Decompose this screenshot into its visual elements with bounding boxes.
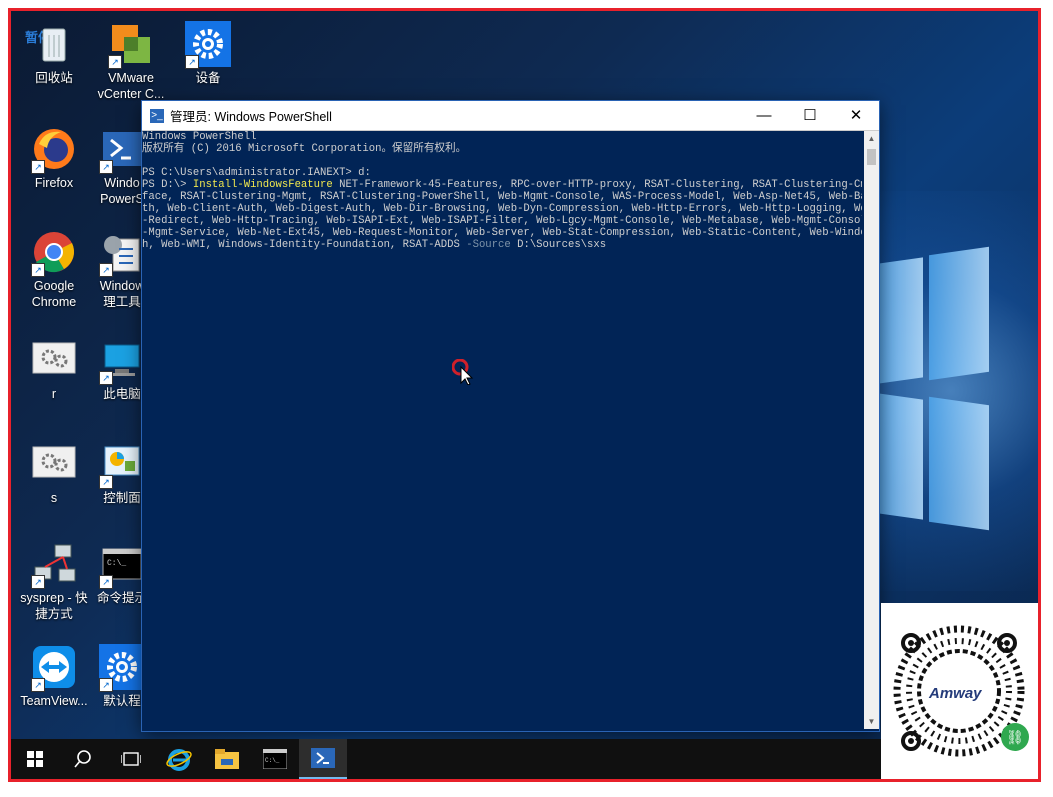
icon-label: Firefox xyxy=(34,176,74,190)
folder-icon xyxy=(215,749,239,769)
gear-icon: ↗ xyxy=(185,21,231,69)
cmdlet: Install-WindowsFeature xyxy=(192,179,333,191)
powershell-icon: ↗ xyxy=(99,126,145,174)
source-param: -Source xyxy=(466,239,511,251)
desktop-icon-sysprep[interactable]: ↗ sysprep - 快捷方式 xyxy=(16,541,92,622)
firefox-icon: ↗ xyxy=(31,126,77,174)
title-bar[interactable]: >_ 管理员: Windows PowerShell — ☐ ✕ xyxy=(142,101,879,131)
icon-label: 回收站 xyxy=(35,71,73,85)
task-view-icon xyxy=(121,752,141,766)
vmware-icon: ↗ xyxy=(108,21,154,69)
recycle-bin-icon xyxy=(31,21,77,67)
window-title: 管理员: Windows PowerShell xyxy=(170,110,332,124)
file-explorer-button[interactable] xyxy=(203,739,251,779)
desktop-icon-chrome[interactable]: ↗ Google Chrome xyxy=(16,229,92,310)
settings-shortcut-icon xyxy=(31,337,77,383)
desktop-icon-teamviewer[interactable]: ↗ TeamView... xyxy=(16,644,92,709)
icon-label: Windo PowerS xyxy=(100,176,144,206)
search-icon xyxy=(74,750,91,768)
vertical-scrollbar[interactable]: ▲ ▼ xyxy=(864,131,879,729)
powershell-icon: >_ xyxy=(150,108,164,123)
console-line: 版权所有 (C) 2016 Microsoft Corporation。保留所有… xyxy=(142,143,467,155)
minimize-button[interactable]: — xyxy=(741,101,787,130)
icon-label: 控制面 xyxy=(103,491,141,505)
wallpaper-windows-logo xyxy=(871,246,991,531)
source-value: D:\Sources\sxs xyxy=(510,239,607,251)
scrollbar-thumb[interactable] xyxy=(867,149,876,165)
brand-logo: Amway xyxy=(929,685,982,702)
powershell-taskbar-button[interactable] xyxy=(299,739,347,779)
scroll-down-icon[interactable]: ▼ xyxy=(864,714,879,729)
desktop-icon-r[interactable]: r xyxy=(16,337,92,402)
icon-label: s xyxy=(50,491,58,505)
powershell-window[interactable]: >_ 管理员: Windows PowerShell — ☐ ✕ Windows… xyxy=(142,101,879,731)
teamviewer-icon: ↗ xyxy=(31,644,77,692)
close-button[interactable]: ✕ xyxy=(833,101,879,130)
settings-shortcut-icon xyxy=(31,441,77,487)
args-line: h, Web-WMI, Windows-Identity-Foundation,… xyxy=(142,239,467,251)
cmd-icon: C:\_ xyxy=(263,749,287,769)
icon-label: 此电脑 xyxy=(103,387,141,401)
icon-label: Window 理工具 xyxy=(99,279,145,309)
mouse-cursor-icon xyxy=(451,358,474,390)
icon-label: Google Chrome xyxy=(31,279,77,309)
console-args-last: h, Web-WMI, Windows-Identity-Foundation,… xyxy=(142,239,862,251)
desktop-icon-firefox[interactable]: ↗ Firefox xyxy=(16,126,92,191)
cmd-taskbar-button[interactable]: C:\_ xyxy=(251,739,299,779)
args-line: face, RSAT-Clustering-Mgmt, RSAT-Cluster… xyxy=(142,191,862,203)
prompt: PS D:\> xyxy=(142,179,193,191)
icon-label: 设备 xyxy=(195,71,221,85)
icon-label: 命令提示 xyxy=(96,591,147,605)
cmd-icon: C:\_ ↗ xyxy=(99,541,145,589)
gear-icon: ↗ xyxy=(99,644,145,692)
args-line: -Mgmt-Service, Web-Net-Ext45, Web-Reques… xyxy=(142,227,862,239)
screenshot-frame: 暂停 回收站 ↗ VMware vCenter C... ↗ 设备 ↗ Fire… xyxy=(8,8,1041,782)
link-icon: ⛓ xyxy=(1001,723,1029,751)
start-button[interactable] xyxy=(11,739,59,779)
args-line: NET-Framework-45-Features, RPC-over-HTTP… xyxy=(332,179,862,191)
console-line: Windows PowerShell xyxy=(142,131,257,143)
internet-explorer-icon xyxy=(166,749,192,771)
desktop-icon-recycle-bin[interactable]: 回收站 xyxy=(16,21,92,86)
console-line: PS C:\Users\administrator.IANEXT> d: xyxy=(142,167,371,179)
maximize-button[interactable]: ☐ xyxy=(787,101,833,130)
scroll-up-icon[interactable]: ▲ xyxy=(864,131,879,146)
svg-text:C:\_: C:\_ xyxy=(107,559,126,568)
desktop-icon-settings[interactable]: ↗ 设备 xyxy=(170,21,246,86)
svg-text:C:\_: C:\_ xyxy=(265,757,280,764)
icon-label: TeamView... xyxy=(20,694,88,708)
network-icon: ↗ xyxy=(31,541,77,589)
console-output[interactable]: Windows PowerShell 版权所有 (C) 2016 Microsof… xyxy=(142,131,862,729)
icon-label: sysprep - 快捷方式 xyxy=(20,591,88,621)
admin-tools-icon: ↗ xyxy=(99,229,145,277)
powershell-icon xyxy=(311,748,335,768)
chrome-icon: ↗ xyxy=(31,229,77,277)
control-panel-icon: ↗ xyxy=(99,441,145,489)
args-line: th, Web-Client-Auth, Web-Digest-Auth, We… xyxy=(142,203,862,215)
desktop-icon-vmware[interactable]: ↗ VMware vCenter C... xyxy=(93,21,169,102)
qr-code-overlay: Amway ⛓ xyxy=(881,603,1038,779)
task-view-button[interactable] xyxy=(107,739,155,779)
desktop-icon-s[interactable]: s xyxy=(16,441,92,506)
icon-label: 默认程 xyxy=(103,694,141,708)
icon-label: r xyxy=(51,387,57,401)
desktop: 暂停 回收站 ↗ VMware vCenter C... ↗ 设备 ↗ Fire… xyxy=(11,11,1038,779)
search-button[interactable] xyxy=(59,739,107,779)
computer-icon: ↗ xyxy=(99,337,145,385)
args-line: -Redirect, Web-Http-Tracing, Web-ISAPI-E… xyxy=(142,215,862,227)
console-command-line: PS D:\> Install-WindowsFeature NET-Frame… xyxy=(142,179,862,191)
icon-label: VMware vCenter C... xyxy=(97,71,165,101)
internet-explorer-button[interactable] xyxy=(155,739,203,779)
windows-icon xyxy=(27,751,43,767)
